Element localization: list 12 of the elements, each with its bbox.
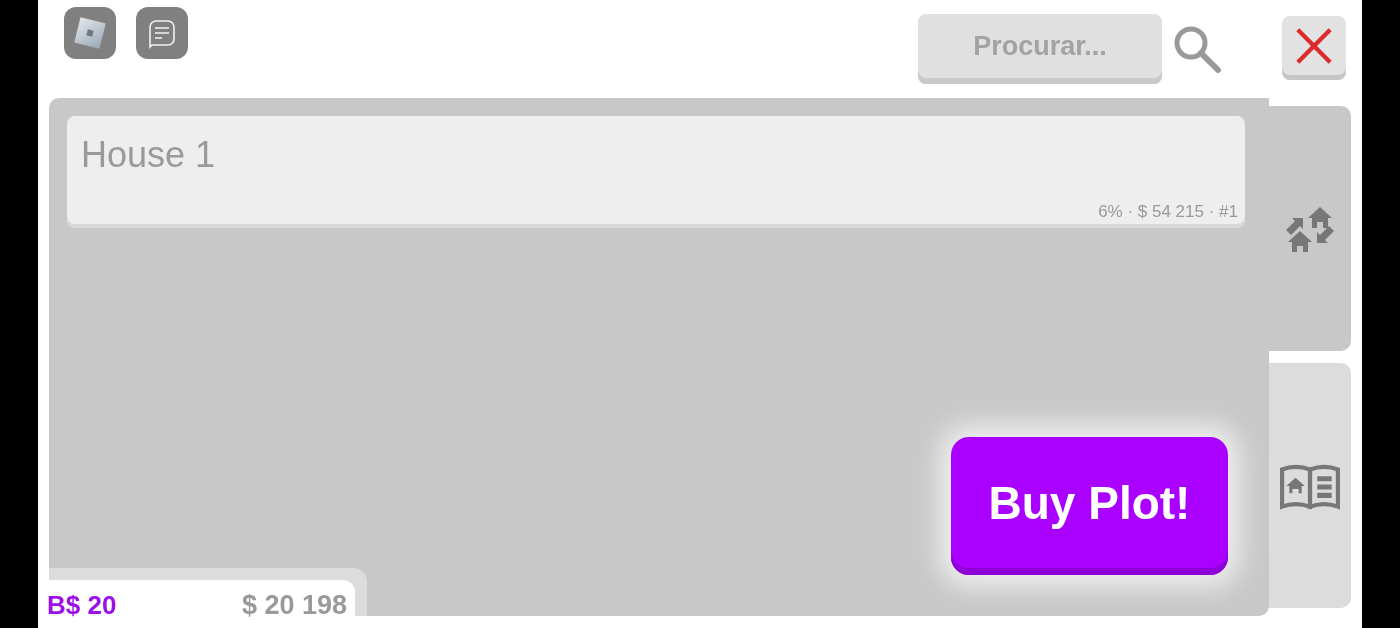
chat-icon[interactable] (136, 7, 188, 59)
close-button[interactable] (1282, 16, 1346, 80)
robux-balance: B$ 20 (47, 589, 117, 621)
side-tab[interactable] (1269, 363, 1351, 608)
side-tab[interactable] (1269, 106, 1351, 351)
search-field[interactable]: Procurar... (918, 14, 1162, 84)
square-logo-icon[interactable] (64, 7, 116, 59)
close-icon (1295, 26, 1333, 65)
buy-plot-button[interactable]: Buy Plot! (951, 437, 1228, 575)
plot-info: 6% · $ 54 215 · #1 (1098, 202, 1238, 222)
cash-balance: $ 20 198 (241, 589, 347, 621)
search-icon[interactable] (1172, 24, 1222, 74)
